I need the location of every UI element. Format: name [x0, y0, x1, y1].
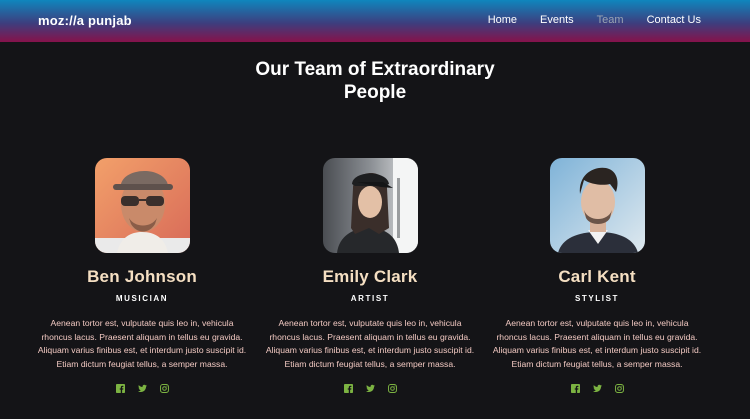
nav-links: Home Events Team Contact Us — [465, 14, 701, 26]
social-links — [37, 384, 247, 394]
member-bio: Aenean tortor est, vulputate quis leo in… — [37, 318, 247, 369]
member-name: Emily Clark — [322, 267, 418, 286]
photo-emily — [322, 158, 418, 253]
team-card-carl: Carl Kent STYLIST Aenean tortor est, vul… — [492, 158, 702, 394]
photo-ben — [94, 158, 190, 253]
twitter-icon[interactable] — [592, 384, 602, 393]
page-title-line-1: Our Team of Extraordinary — [255, 59, 495, 80]
instagram-icon[interactable] — [387, 384, 397, 394]
navbar: moz://a punjab Home Events Team Contact … — [0, 0, 750, 42]
member-bio: Aenean tortor est, vulputate quis leo in… — [265, 318, 475, 369]
nav-link-home[interactable]: Home — [488, 14, 517, 26]
team-card-emily: Emily Clark ARTIST Aenean tortor est, vu… — [265, 158, 475, 394]
photo-carl — [549, 158, 645, 253]
member-bio: Aenean tortor est, vulputate quis leo in… — [492, 318, 702, 369]
avatar-ben — [94, 158, 190, 253]
member-role: ARTIST — [350, 294, 390, 303]
member-name: Carl Kent — [558, 267, 636, 286]
social-links — [265, 384, 475, 394]
brand-logo[interactable]: moz://a punjab — [38, 13, 132, 28]
instagram-icon[interactable] — [159, 384, 169, 394]
team-card-ben: Ben Johnson MUSICIAN Aenean tortor est, … — [37, 158, 247, 394]
page-title-line-2: People — [343, 82, 407, 103]
nav-link-team[interactable]: Team — [597, 14, 624, 26]
page-title: Our Team of Extraordinary People — [0, 58, 750, 104]
nav-link-contact[interactable]: Contact Us — [647, 14, 701, 26]
avatar-emily — [322, 158, 418, 253]
facebook-icon[interactable] — [570, 384, 580, 394]
instagram-icon[interactable] — [614, 384, 624, 394]
twitter-icon[interactable] — [365, 384, 375, 393]
nav-link-events[interactable]: Events — [540, 14, 574, 26]
member-role: MUSICIAN — [115, 294, 169, 303]
avatar-carl — [549, 158, 645, 253]
member-name: Ben Johnson — [87, 267, 197, 286]
facebook-icon[interactable] — [343, 384, 353, 394]
twitter-icon[interactable] — [137, 384, 147, 393]
social-links — [492, 384, 702, 394]
member-role: STYLIST — [574, 294, 620, 303]
facebook-icon[interactable] — [115, 384, 125, 394]
